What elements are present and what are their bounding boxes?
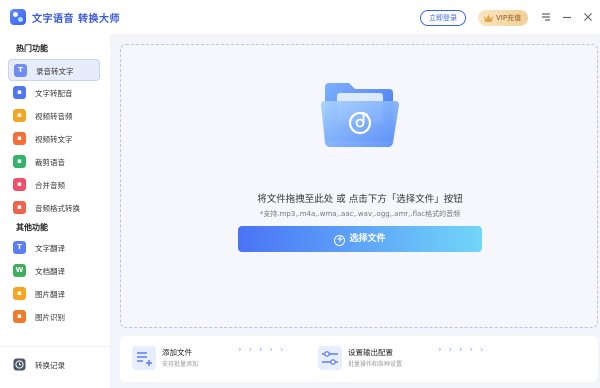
app-logo-icon bbox=[10, 9, 26, 25]
sidebar: 热门功能 T 录音转文字 ▪ 文字转配音 ▪ 视频转音频 ▪ 视频转文字 ▪ 裁剪语音 ▪ 合并音频 ▪… bbox=[0, 34, 110, 388]
settings-sliders-icon bbox=[318, 346, 342, 370]
sidebar-item-label: 文字翻译 bbox=[35, 244, 65, 253]
sidebar-divider bbox=[0, 346, 110, 347]
section-title-other: 其他功能 bbox=[16, 223, 48, 232]
drop-hint: 将文件拖拽至此处 或 点击下方「选择文件」按钮 bbox=[257, 194, 463, 205]
sidebar-item-image-recognize[interactable]: ▪ 图片识别 bbox=[8, 306, 100, 328]
login-button[interactable]: 立即登录 bbox=[420, 10, 466, 26]
microphone-icon: ▪ bbox=[13, 86, 26, 99]
sidebar-item-label: 文档翻译 bbox=[35, 267, 65, 276]
sidebar-item-audio-to-text[interactable]: T 录音转文字 bbox=[8, 59, 100, 81]
sidebar-item-label: 图片识别 bbox=[35, 313, 65, 322]
sidebar-item-merge-audio[interactable]: ▪ 合并音频 bbox=[8, 174, 100, 196]
crop-audio-icon: ▪ bbox=[13, 155, 26, 168]
sidebar-item-label: 文字转配音 bbox=[35, 89, 73, 98]
menu-icon[interactable] bbox=[540, 11, 552, 23]
sidebar-item-image-translate[interactable]: ▪ 图片翻译 bbox=[8, 283, 100, 305]
doc-translate-icon: W bbox=[13, 264, 26, 277]
vip-label: VIP充值 bbox=[496, 14, 522, 22]
select-file-button[interactable]: + 选择文件 bbox=[238, 226, 482, 252]
flow-arrows-2: › › › › › bbox=[438, 345, 486, 355]
image-translate-icon: ▪ bbox=[13, 287, 26, 300]
sidebar-item-label: 音频格式转换 bbox=[35, 204, 80, 213]
audio-to-text-icon: T bbox=[14, 64, 27, 77]
main-area: 将文件拖拽至此处 或 点击下方「选择文件」按钮 *支持.mp3,.m4a,.wm… bbox=[110, 34, 600, 388]
output-config-subtitle: 批量操作和各种设置 bbox=[348, 361, 403, 368]
video-to-text-icon: ▪ bbox=[13, 132, 26, 145]
minimize-icon[interactable] bbox=[561, 11, 573, 23]
title-bar: 文字语音 转换大师 立即登录 VIP充值 bbox=[0, 0, 600, 34]
image-recognize-icon: ▪ bbox=[13, 310, 26, 323]
sidebar-item-label: 视频转文字 bbox=[35, 135, 73, 144]
sidebar-item-label: 裁剪语音 bbox=[35, 158, 65, 167]
audio-format-icon: ▪ bbox=[13, 201, 26, 214]
supported-formats: *支持.mp3,.m4a,.wma,.aac,.wav,.ogg,.amr,.f… bbox=[259, 210, 461, 218]
sidebar-item-doc-translate[interactable]: W 文档翻译 bbox=[8, 260, 100, 282]
workflow-bar: 添加文件 支持批量添加 › › › › › 设置输出配置 批量操作和各种设置 ›… bbox=[120, 336, 598, 382]
flow-arrows-1: › › › › › bbox=[238, 345, 286, 355]
sidebar-item-video-to-text[interactable]: ▪ 视频转文字 bbox=[8, 128, 100, 150]
sidebar-item-label: 录音转文字 bbox=[36, 67, 74, 76]
close-icon[interactable] bbox=[582, 11, 594, 23]
text-translate-icon: T bbox=[13, 241, 26, 254]
sidebar-item-label: 视频转音频 bbox=[35, 112, 73, 121]
plus-icon: + bbox=[334, 235, 346, 246]
section-title-hot: 热门功能 bbox=[16, 44, 48, 53]
crown-icon bbox=[484, 14, 493, 22]
history-icon bbox=[13, 358, 26, 371]
sidebar-item-video-to-audio[interactable]: ▪ 视频转音频 bbox=[8, 105, 100, 127]
output-config-title: 设置输出配置 bbox=[348, 348, 393, 357]
merge-audio-icon: ▪ bbox=[13, 178, 26, 191]
add-file-title: 添加文件 bbox=[162, 348, 192, 357]
history-label: 转换记录 bbox=[35, 361, 65, 370]
vip-button[interactable]: VIP充值 bbox=[478, 10, 528, 26]
sidebar-item-crop-audio[interactable]: ▪ 裁剪语音 bbox=[8, 151, 100, 173]
add-file-subtitle: 支持批量添加 bbox=[162, 361, 199, 368]
folder-music-icon bbox=[321, 83, 399, 147]
app-title: 文字语音 转换大师 bbox=[32, 14, 120, 25]
sidebar-item-audio-format[interactable]: ▪ 音频格式转换 bbox=[8, 197, 100, 219]
sidebar-item-label: 图片翻译 bbox=[35, 290, 65, 299]
video-to-audio-icon: ▪ bbox=[13, 109, 26, 122]
select-file-label: 选择文件 bbox=[349, 234, 386, 244]
sidebar-item-label: 合并音频 bbox=[35, 181, 65, 190]
sidebar-item-text-translate[interactable]: T 文字翻译 bbox=[8, 237, 100, 259]
sidebar-item-history[interactable]: 转换记录 bbox=[8, 354, 100, 376]
file-drop-zone[interactable]: 将文件拖拽至此处 或 点击下方「选择文件」按钮 *支持.mp3,.m4a,.wm… bbox=[120, 44, 598, 328]
add-list-icon bbox=[132, 346, 156, 370]
sidebar-item-microphone[interactable]: ▪ 文字转配音 bbox=[8, 82, 100, 104]
